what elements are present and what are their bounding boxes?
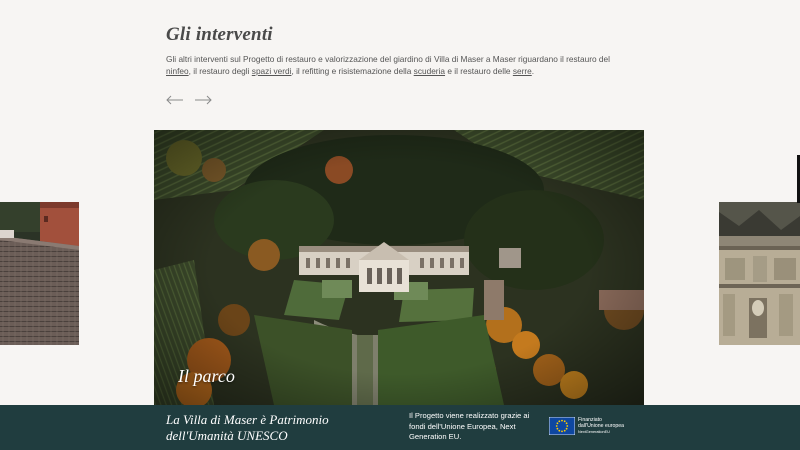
arrow-right-icon[interactable] [194,94,212,106]
link-serre[interactable]: serre [513,66,532,76]
section-intro: Gli altri interventi sul Progetto di res… [166,53,616,77]
intro-text: e il restauro delle [445,66,513,76]
slide-image-facade [719,202,800,345]
carousel-controls [166,94,212,106]
intro-text: , il refitting e risistemazione della [291,66,414,76]
eu-flag-icon [549,417,575,435]
eu-funding-label: Finanziato dall'Unione europea NextGener… [578,417,624,435]
footer-banner: La Villa di Maser è Patrimonio dell'Uman… [0,405,800,450]
slide-image-roof [0,202,79,345]
link-scuderia[interactable]: scuderia [414,66,445,76]
intro-text: , il restauro degli [188,66,252,76]
slide-image-park [154,130,644,405]
eu-line3: NextGenerationEU [578,430,610,434]
arrow-left-icon[interactable] [166,94,184,106]
link-ninfeo[interactable]: ninfeo [166,66,189,76]
carousel-slide-prev[interactable] [0,202,79,345]
eu-funding-badge[interactable]: Finanziato dall'Unione europea NextGener… [549,417,624,435]
carousel-slide-next[interactable] [719,202,800,345]
funding-text: Il Progetto viene realizzato grazie ai f… [409,411,530,441]
intro-text: . [531,66,535,76]
unesco-heading: La Villa di Maser è Patrimonio dell'Uman… [166,412,329,443]
link-spazi-verdi[interactable]: spazi verdi [252,66,292,76]
intro-text: Gli altri interventi sul Progetto di res… [166,54,610,64]
section-title: Gli interventi [166,24,273,45]
carousel-slide-active[interactable]: Il parco [154,130,644,405]
slide-caption: Il parco [178,366,235,386]
